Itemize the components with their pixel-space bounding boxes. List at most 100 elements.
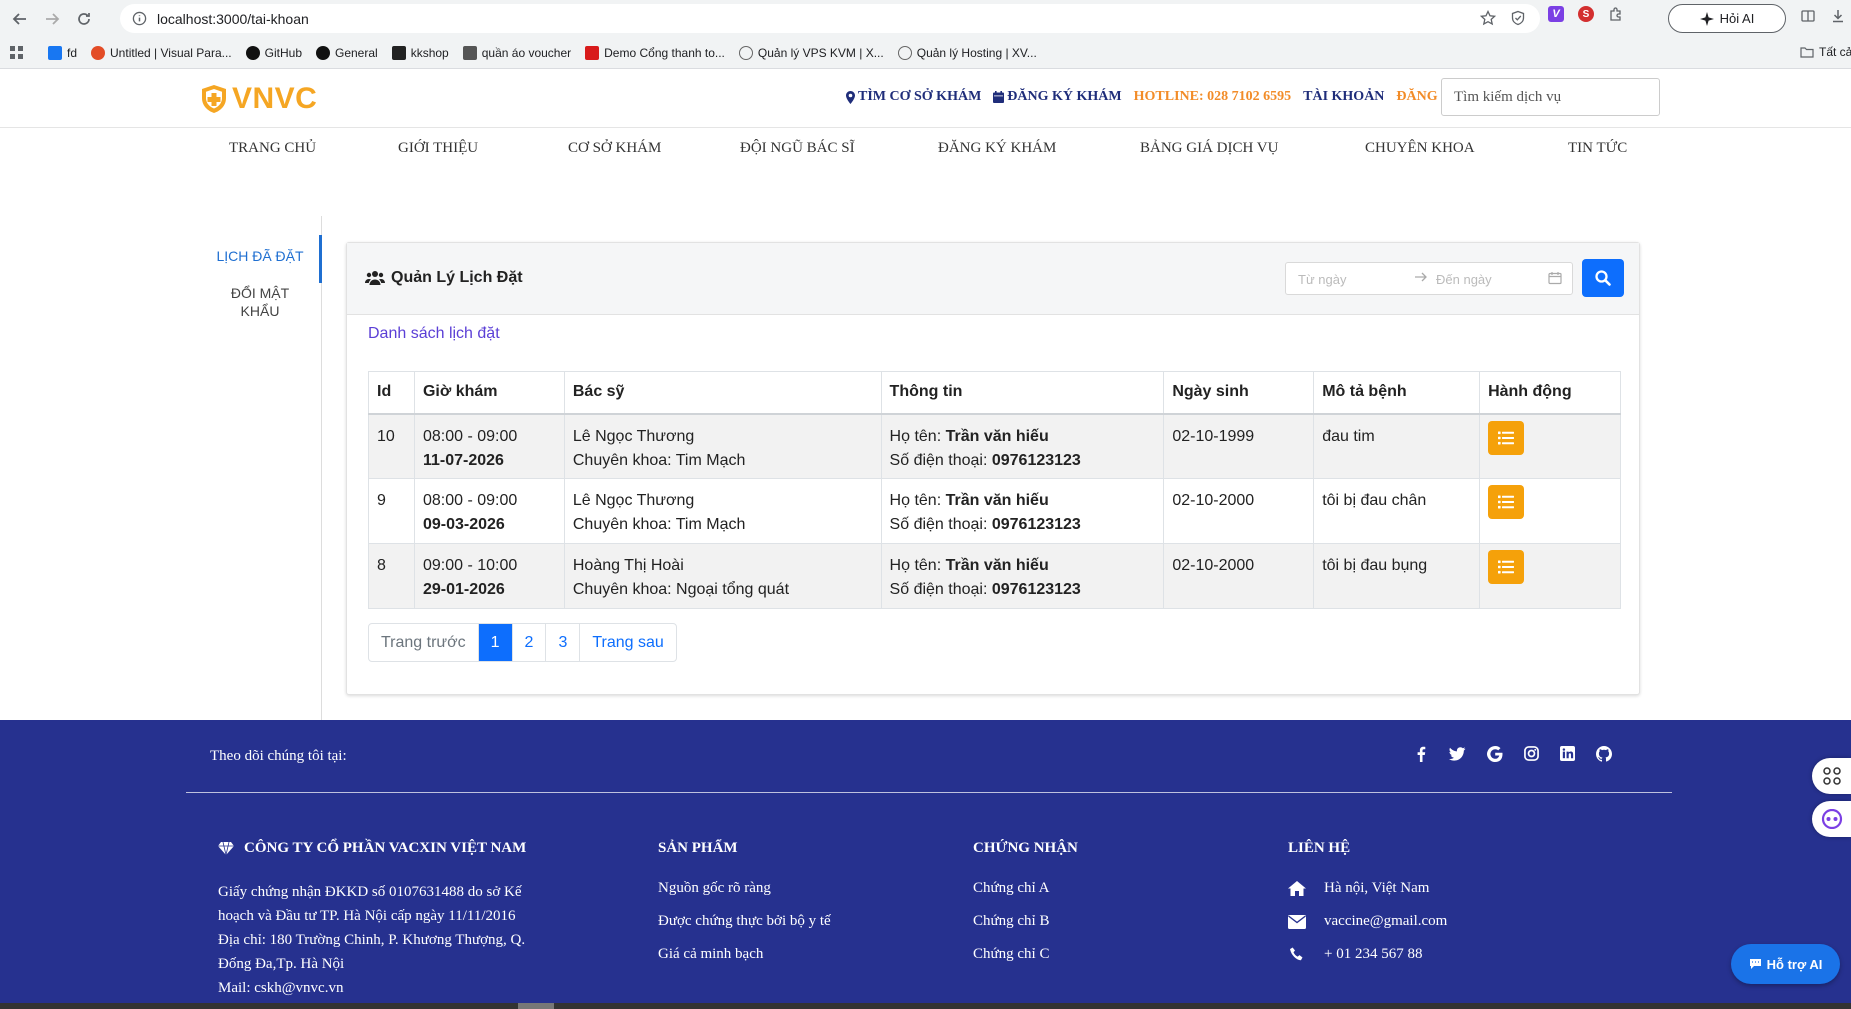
cell-dob: 02-10-2000	[1163, 543, 1315, 609]
sidebar-item-booked-schedule[interactable]: LỊCH ĐÃ ĐẶT	[200, 235, 322, 283]
column-header: Thông tin	[880, 371, 1165, 415]
ask-ai-label: Hỏi AI	[1719, 11, 1755, 26]
nav-item-5[interactable]: BẢNG GIÁ DỊCH VỤ	[1140, 140, 1278, 157]
pagination-page-2[interactable]: 2	[513, 624, 547, 661]
scrollbar-thumb[interactable]	[518, 1003, 554, 1009]
bookmark-label: General	[335, 45, 378, 60]
header-link-0[interactable]: TÌM CƠ SỞ KHÁM	[846, 89, 981, 105]
specialty-value: Tim Mạch	[675, 451, 746, 469]
header-link-3[interactable]: TÀI KHOẢN	[1303, 89, 1384, 105]
ask-ai-button[interactable]: Hỏi AI	[1668, 4, 1786, 33]
floating-chatbot-button[interactable]	[1812, 801, 1851, 837]
extension-v-icon[interactable]: V	[1548, 6, 1564, 22]
download-icon[interactable]	[1830, 8, 1846, 24]
floating-apps-button[interactable]	[1812, 758, 1851, 794]
nav-item-7[interactable]: TIN TỨC	[1568, 140, 1627, 157]
cell-time: 09:00 - 10:00 29-01-2026	[413, 543, 565, 609]
card-title-text: Quản Lý Lịch Đặt	[391, 269, 523, 286]
view-detail-button[interactable]	[1488, 485, 1525, 519]
bookmark-item[interactable]: General	[316, 45, 378, 60]
bookmark-item[interactable]: Quản lý Hosting | XV...	[897, 45, 1037, 60]
cert-link[interactable]: Chứng chỉ A	[973, 880, 1078, 897]
contact-phone: + 01 234 567 88	[1324, 946, 1423, 962]
nav-item-4[interactable]: ĐĂNG KÝ KHÁM	[938, 140, 1056, 157]
table-row: 9 08:00 - 09:00 09-03-2026 Lê Ngọc Thương Ch…	[368, 478, 1621, 544]
extensions-puzzle-icon[interactable]	[1608, 6, 1624, 22]
contact-email[interactable]: vaccine@gmail.com	[1324, 913, 1447, 930]
nav-item-1[interactable]: GIỚI THIỆU	[398, 140, 478, 157]
calendar-icon	[993, 91, 1005, 103]
bookmark-item[interactable]: GitHub	[245, 45, 302, 60]
sidebar-item-change-password[interactable]: ĐỔI MẬT KHẨU	[200, 284, 320, 320]
address-bar[interactable]: localhost:3000/tai-khoan	[120, 4, 1540, 33]
ai-support-button[interactable]: Hỗ trợ AI	[1731, 944, 1840, 984]
shield-icon[interactable]	[1510, 10, 1526, 26]
vnvc-logo[interactable]: VNVC	[200, 82, 317, 116]
site-info-icon[interactable]	[132, 11, 147, 26]
nav-item-2[interactable]: CƠ SỞ KHÁM	[568, 140, 661, 157]
time-slot: 08:00 - 09:00	[422, 427, 518, 445]
view-detail-button[interactable]	[1488, 420, 1525, 455]
map-marker-icon	[846, 90, 855, 104]
booking-table: Id Giờ khám Bác sỹ Thông tin Ngày sinh Mô tả …	[368, 371, 1621, 609]
envelope-icon	[1288, 914, 1306, 929]
twitter-icon[interactable]	[1449, 746, 1466, 762]
apps-grid-icon[interactable]	[10, 45, 24, 60]
instagram-icon[interactable]	[1524, 746, 1539, 762]
nav-item-6[interactable]: CHUYÊN KHOA	[1365, 140, 1475, 157]
github-icon[interactable]	[1596, 746, 1612, 762]
back-icon[interactable]	[8, 7, 32, 31]
horizontal-scrollbar[interactable]	[0, 1003, 1851, 1009]
bookmark-item[interactable]: Quản lý VPS KVM | X...	[738, 45, 884, 60]
bookmark-item[interactable]: quần áo voucher	[462, 45, 571, 60]
product-link[interactable]: Giá cả minh bạch	[658, 946, 831, 963]
forward-icon[interactable]	[40, 7, 64, 31]
bookmark-item[interactable]: Demo Cổng thanh to...	[585, 45, 725, 60]
product-link[interactable]: Được chứng thực bởi bộ y tế	[658, 913, 831, 930]
doctor-specialty: Chuyên khoa: Tim Mạch	[573, 449, 873, 473]
view-detail-button[interactable]	[1488, 550, 1525, 584]
star-icon[interactable]	[1480, 10, 1496, 26]
header-link-2[interactable]: HOTLINE: 028 7102 6595	[1134, 89, 1292, 105]
cell-description: tôi bị đau chân	[1313, 478, 1481, 544]
cert-link[interactable]: Chứng chỉ B	[973, 913, 1078, 930]
bookmark-item[interactable]: fd	[48, 45, 77, 60]
phone-icon	[1290, 947, 1303, 960]
diamond-icon	[218, 842, 234, 855]
contact-title: LIÊN HỆ	[1288, 840, 1351, 856]
search-button[interactable]	[1582, 259, 1624, 297]
nav-item-3[interactable]: ĐỘI NGŨ BÁC SĨ	[740, 140, 855, 157]
cell-time: 08:00 - 09:00 09-03-2026	[413, 478, 565, 544]
pagination-prev[interactable]: Trang trước	[369, 624, 479, 661]
cert-link[interactable]: Chứng chỉ C	[973, 946, 1078, 963]
linkedin-icon[interactable]	[1560, 746, 1575, 762]
footer-certs-column: CHỨNG NHẬN Chứng chỉ A Chứng chỉ B Chứng…	[973, 840, 1078, 979]
bookmark-item[interactable]: Untitled | Visual Para...	[91, 45, 232, 60]
pagination-page-1[interactable]: 1	[478, 624, 513, 661]
to-date-input[interactable]: Đến ngày	[1436, 272, 1492, 287]
reading-mode-icon[interactable]	[1800, 8, 1816, 24]
header-link-1[interactable]: ĐĂNG KÝ KHÁM	[993, 89, 1122, 105]
reload-icon[interactable]	[72, 7, 96, 31]
doctor-specialty: Chuyên khoa: Tim Mạch	[573, 513, 873, 537]
from-date-input[interactable]: Từ ngày	[1298, 272, 1346, 287]
date-range-picker[interactable]: Từ ngày Đến ngày	[1285, 262, 1573, 295]
service-search-input[interactable]: Tìm kiếm dịch vụ	[1441, 78, 1660, 116]
cell-doctor: Lê Ngọc Thương Chuyên khoa: Tim Mạch	[563, 413, 882, 479]
certs-title: CHỨNG NHẬN	[973, 840, 1078, 856]
product-link[interactable]: Nguồn gốc rõ ràng	[658, 880, 831, 897]
extension-s-icon[interactable]: S	[1578, 6, 1594, 22]
cell-info: Họ tên: Trần văn hiếu Số điện thoại: 0976…	[880, 413, 1165, 479]
all-bookmarks-button[interactable]: Tất cả	[1800, 45, 1851, 59]
bookmark-item[interactable]: kkshop	[391, 45, 449, 60]
nav-item-0[interactable]: TRANG CHỦ	[229, 140, 316, 157]
list-icon	[1498, 431, 1515, 444]
google-icon[interactable]	[1487, 746, 1503, 762]
cell-time: 08:00 - 09:00 11-07-2026	[413, 413, 565, 479]
pagination-page-3[interactable]: 3	[546, 624, 581, 661]
url-text: localhost:3000/tai-khoan	[157, 10, 309, 27]
facebook-icon[interactable]	[1414, 746, 1428, 762]
doctor-specialty: Chuyên khoa: Ngoại tổng quát	[573, 578, 873, 602]
patient-name: Trần văn hiếu	[945, 492, 1049, 509]
pagination-next[interactable]: Trang sau	[580, 624, 675, 661]
